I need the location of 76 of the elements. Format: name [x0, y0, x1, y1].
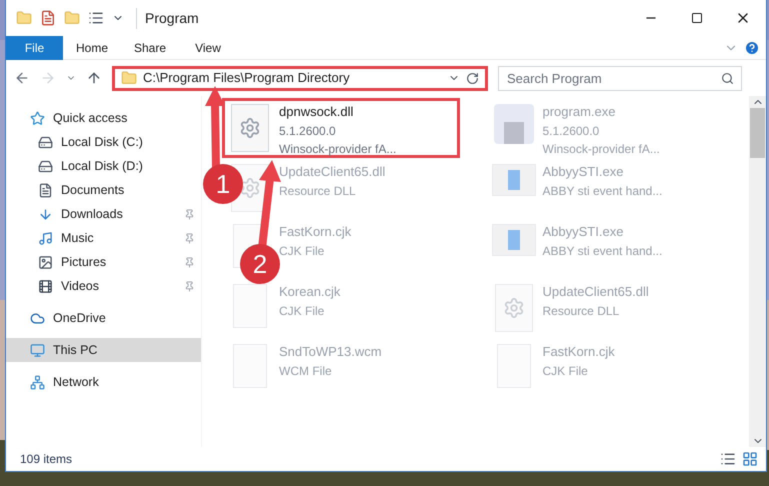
- sidebar-item[interactable]: Pictures: [6, 250, 201, 274]
- music-icon: [38, 230, 53, 246]
- file-detail: WCM File: [279, 362, 333, 380]
- file-detail: Winsock-provider fA...: [542, 140, 660, 158]
- sidebar-item[interactable]: Videos: [6, 274, 201, 298]
- file-name: AbbyySTI.exe: [542, 163, 624, 181]
- file-detail: 5.1.2600.0: [279, 122, 337, 140]
- drive-icon: [38, 158, 53, 174]
- file-name: UpdateClient65.dll: [542, 283, 649, 301]
- scrollbar[interactable]: [749, 96, 766, 447]
- refresh-icon[interactable]: [466, 72, 479, 84]
- ribbon-tab[interactable]: File: [6, 36, 63, 60]
- sidebar-item[interactable]: Network: [6, 370, 201, 394]
- sidebar-item[interactable]: Quick access: [6, 106, 201, 130]
- file-detail: CJK File: [279, 302, 326, 320]
- view-icon[interactable]: [88, 10, 104, 26]
- search-field[interactable]: Search Program: [498, 66, 742, 90]
- star-icon: [30, 110, 45, 126]
- file-detail: Resource DLL: [542, 302, 620, 320]
- search-icon: [721, 72, 734, 84]
- monitor-icon: [30, 342, 45, 358]
- sidebar-item[interactable]: Local Disk (D:): [6, 154, 201, 178]
- film-icon: [38, 278, 53, 294]
- address-path: C:\Program Files\Program Directory: [143, 69, 350, 88]
- sidebar-item[interactable]: Documents: [6, 178, 201, 202]
- file-name: AbbyySTI.exe: [542, 223, 624, 241]
- tiles-view-icon[interactable]: [742, 451, 758, 467]
- file-detail: Winsock-provider fA...: [279, 140, 396, 158]
- file-name: FastKorn.cjk: [279, 223, 352, 241]
- file-name: FastKorn.cjk: [542, 343, 615, 361]
- item-count: 109 items: [20, 451, 72, 468]
- network-icon: [30, 374, 45, 390]
- file-icon: [496, 344, 530, 388]
- picture-icon: [38, 254, 53, 270]
- details-view-icon[interactable]: [720, 451, 736, 467]
- address-bar[interactable]: C:\Program Files\Program Directory: [112, 66, 488, 90]
- cloud-icon: [30, 310, 45, 326]
- file-detail: ABBY sti event hand...: [542, 242, 662, 260]
- folder-icon: [121, 70, 137, 86]
- file-name: SndToWP13.wcm: [279, 343, 382, 361]
- gear-file-icon: [231, 104, 269, 152]
- folder-icon: [16, 10, 32, 26]
- file-name: Korean.cjk: [279, 283, 340, 301]
- file-name: dpnwsock.dll: [279, 103, 354, 121]
- back-icon[interactable]: [14, 70, 30, 86]
- gear-file-icon: [494, 284, 532, 332]
- file-name: UpdateClient65.dll: [279, 163, 386, 181]
- file-detail: ABBY sti event hand...: [542, 182, 662, 200]
- file-detail: CJK File: [279, 242, 326, 260]
- download-icon: [38, 206, 53, 222]
- sidebar-item[interactable]: This PC: [6, 338, 201, 362]
- document-icon: [38, 182, 53, 198]
- file-detail: 5.1.2600.0: [542, 122, 600, 140]
- window-icon: [492, 164, 536, 196]
- maximize-icon: [691, 12, 703, 24]
- sidebar-item[interactable]: Music: [6, 226, 201, 250]
- file-tile[interactable]: dpnwsock.dll 5.1.2600.0 Winsock-provider fA...: [222, 98, 460, 158]
- up-icon[interactable]: [86, 70, 102, 86]
- sidebar-item[interactable]: Local Disk (C:): [6, 130, 201, 154]
- ribbon-tab[interactable]: Home: [63, 36, 121, 60]
- window-title: Program: [136, 8, 199, 28]
- ribbon-tab[interactable]: Share: [121, 36, 179, 60]
- file-icon: [233, 344, 267, 388]
- file-name: program.exe: [542, 103, 616, 121]
- sidebar-item[interactable]: OneDrive: [6, 306, 201, 330]
- drive-icon: [38, 134, 53, 150]
- scroll-thumb[interactable]: [750, 108, 765, 158]
- help-icon[interactable]: [744, 40, 760, 56]
- program-icon: [494, 104, 534, 144]
- properties-icon[interactable]: [40, 10, 56, 26]
- file-detail: CJK File: [542, 362, 589, 380]
- ribbon-tab[interactable]: View: [179, 36, 237, 60]
- file-detail: Resource DLL: [279, 182, 357, 200]
- sidebar-item[interactable]: Downloads: [6, 202, 201, 226]
- window-icon: [492, 224, 536, 256]
- file-icon: [233, 284, 267, 328]
